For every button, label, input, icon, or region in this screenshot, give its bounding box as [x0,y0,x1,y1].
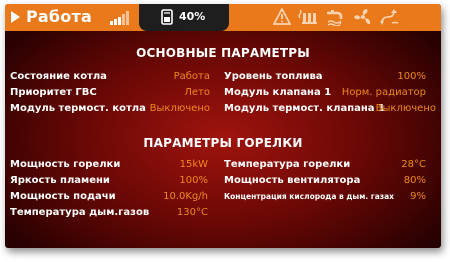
param-label: Температура дым.газов [10,207,150,218]
param-label: Уровень топлива [224,71,323,82]
boiler-screen: Работа 40% ОСНОВНЫЕ ПАРАМЕТРЫ Состояние … [5,4,441,248]
param-value: Выключено [375,103,436,114]
param-value: 28°C [401,159,426,170]
param-label: Приоритет ГВС [10,87,97,98]
signal-bars-icon [110,11,130,25]
mode-label: Работа [26,7,92,26]
param-label: Модуль термост. клапана 1 [224,103,385,114]
top-bar: Работа 40% [5,4,441,31]
param-value: Норм. радиатор [341,87,426,98]
main-params-title: ОСНОВНЫЕ ПАРАМЕТРЫ [136,46,310,60]
param-label: Мощность горелки [10,159,121,170]
param-label: Температура горелки [224,159,351,170]
param-value: 10.0Kg/h [163,191,208,202]
hot-water-icon[interactable] [325,8,349,26]
fan-icon[interactable] [353,8,373,26]
mode-button[interactable]: Работа [5,4,135,31]
circulation-icon[interactable] [379,8,401,26]
param-label: Концентрация кислорода в дым. газах [224,192,395,201]
burner-params-title: ПАРАМЕТРЫ ГОРЕЛКИ [143,136,303,150]
param-label: Яркость пламени [10,175,110,186]
param-value: Выключено [149,103,210,114]
fuel-tank-icon [161,9,173,25]
param-value: Работа [173,71,210,82]
param-value: 130°C [176,207,208,218]
param-value: 80% [403,175,426,186]
play-icon [11,11,20,23]
param-value: 100% [397,71,426,82]
param-label: Модуль термост. котла [10,103,146,114]
warning-icon[interactable] [273,8,291,26]
fuel-level-indicator[interactable]: 40% [139,4,229,31]
param-value: 15kW [179,159,208,170]
fuel-level-value: 40% [179,10,206,23]
param-label: Мощность вентилятора [224,175,361,186]
param-label: Модуль клапана 1 [224,87,332,98]
param-value: Лето [184,87,210,98]
param-label: Мощность подачи [10,191,116,202]
param-label: Состояние котла [10,71,107,82]
heater-icon[interactable] [297,8,319,26]
param-value: 100% [179,175,208,186]
param-value: 9% [410,191,426,202]
